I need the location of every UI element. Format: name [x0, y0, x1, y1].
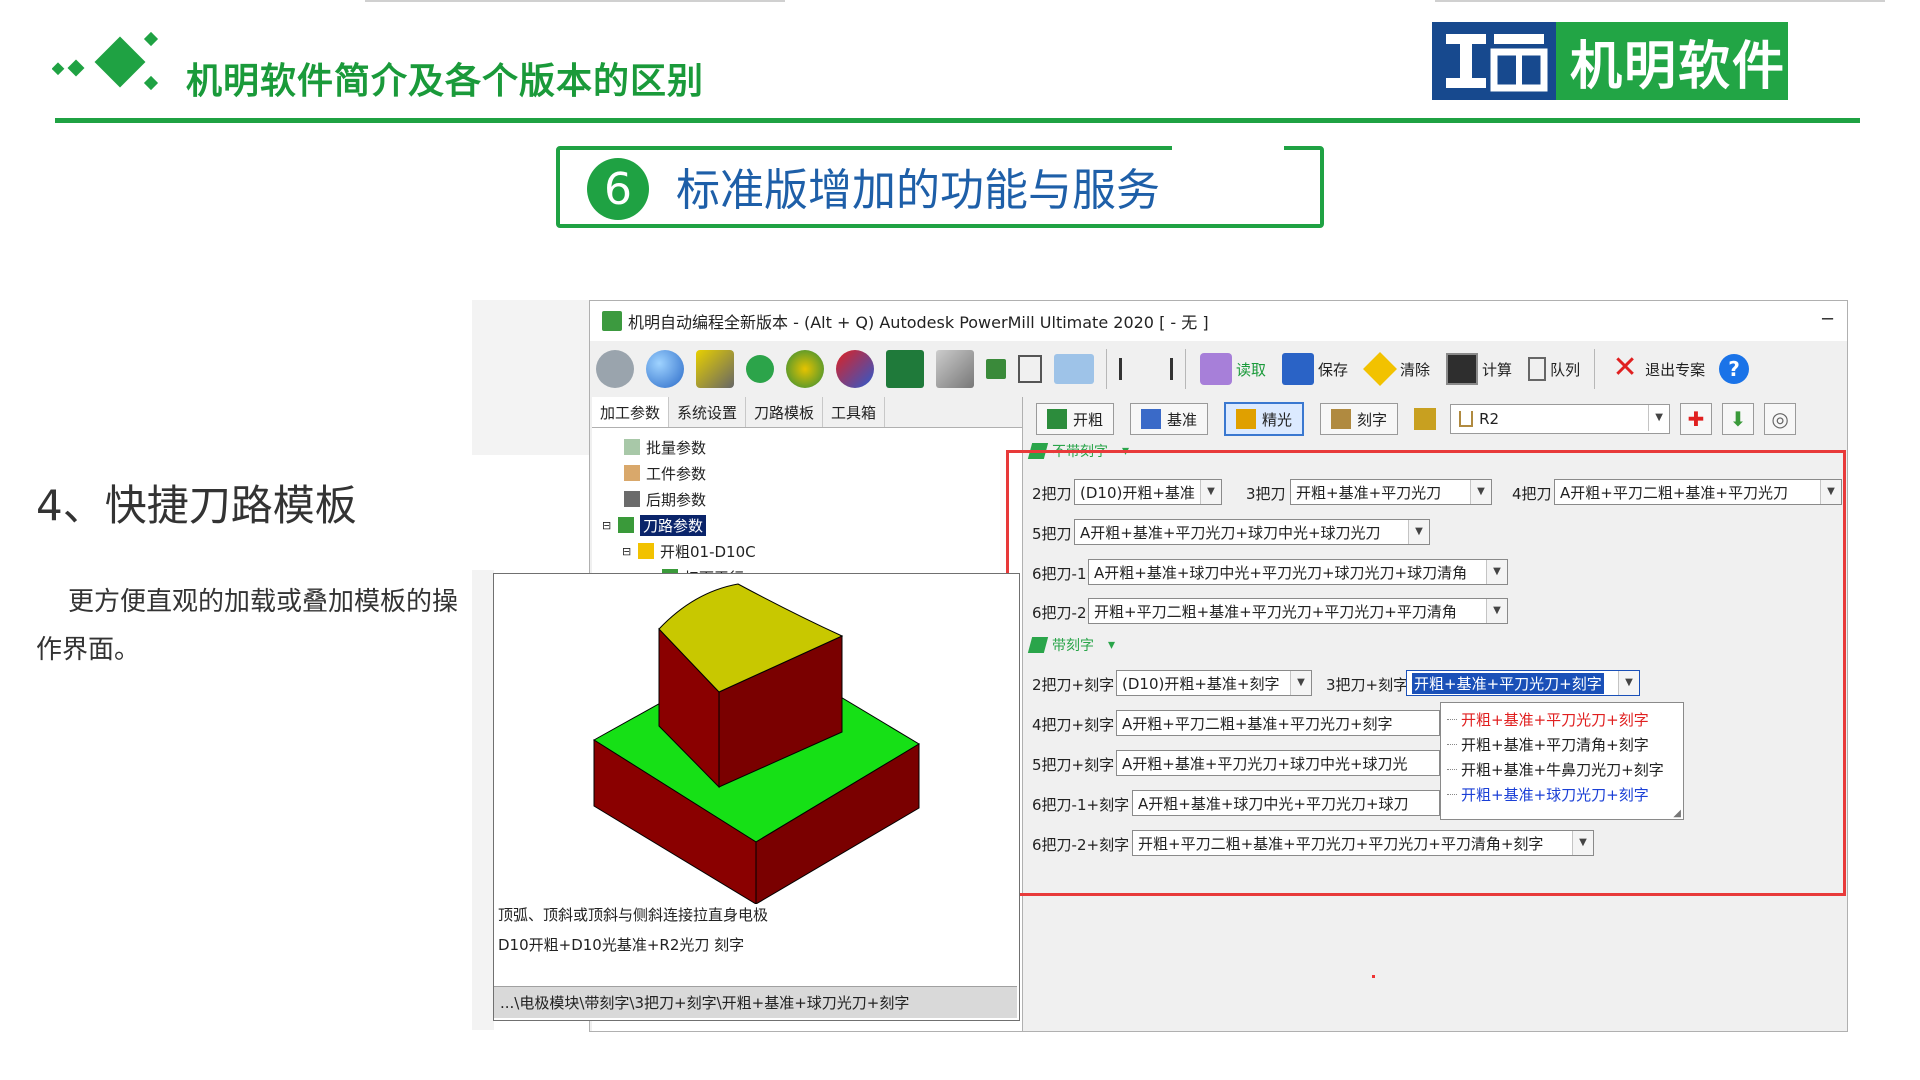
tree-item-selected[interactable]: ⊟ 刀路参数 [602, 512, 1022, 538]
clear-button[interactable]: 清除 [1363, 352, 1430, 386]
finish-mode-button[interactable]: 精光 [1224, 402, 1305, 436]
globe-icon[interactable] [646, 350, 684, 388]
tree-item[interactable]: ⊟ 开粗01-D10C [602, 538, 1022, 564]
diamond-logo-icon [52, 31, 159, 91]
tools-icon [1414, 408, 1437, 430]
slide-title: 机明软件简介及各个版本的区别 [186, 61, 705, 102]
company-logo: 机明软件 [1432, 22, 1788, 100]
top-decor-line-right [1435, 0, 1885, 2]
excel-icon[interactable] [886, 350, 924, 388]
header-divider [55, 118, 1860, 123]
preview-caption: 顶弧、顶斜或顶斜与侧斜连接拉直身电极 D10开粗+D10光基准+R2光刀 刻字 [498, 906, 769, 954]
last-icon[interactable] [1152, 358, 1173, 380]
download-button[interactable]: ⬇ [1722, 403, 1755, 435]
batch-icon [624, 439, 640, 455]
template-path: ...\电极模块\带刻字\3把刀+刻字\开粗+基准+球刀光刀+刻字 [494, 986, 1017, 1018]
main-toolbar: 读取 保存 清除 计算 队列 ✕ 退出专案 ? [590, 343, 1847, 395]
chevron-down-icon: ▼ [1648, 405, 1669, 431]
roughing-icon [1047, 409, 1067, 429]
import-icon[interactable] [986, 359, 1006, 379]
calculate-button[interactable]: 计算 [1446, 353, 1512, 385]
roughing-mode-button[interactable]: 开粗 [1036, 403, 1115, 435]
minimize-button[interactable]: ─ [1822, 309, 1833, 330]
app-icon [602, 311, 622, 331]
tab-toolpath-template[interactable]: 刀路模板 [746, 397, 824, 427]
read-icon [1200, 353, 1232, 385]
tab-toolbox[interactable]: 工具箱 [823, 397, 886, 427]
first-icon[interactable] [1119, 358, 1140, 380]
feature-description: 更方便直观的加载或叠加模板的操作界面。 [36, 587, 459, 665]
add-icon[interactable] [746, 355, 774, 383]
logo-text: 机明软件 [1570, 36, 1787, 97]
tree-item[interactable]: 批量参数 [602, 434, 1022, 460]
left-tabs: 加工参数 系统设置 刀路模板 工具箱 [592, 397, 1022, 428]
param-tree: 批量参数 工件参数 后期参数 ⊟刀路参数 ⊟开粗01-D10C 扫面平行 [592, 428, 1022, 590]
engrave-icon [1331, 409, 1352, 429]
refresh-icon[interactable] [836, 350, 874, 388]
tree-structure-icon[interactable] [1018, 355, 1042, 383]
highlight-frame [1006, 450, 1846, 896]
finish-icon [1236, 409, 1257, 429]
gear-icon[interactable] [596, 350, 634, 388]
help-icon[interactable]: ? [1719, 354, 1750, 384]
tab-machining-params[interactable]: 加工参数 [592, 397, 670, 427]
post-icon [624, 491, 640, 507]
exit-project-button[interactable]: ✕ 退出专案 [1609, 350, 1706, 385]
workpiece-icon [624, 465, 640, 481]
read-button[interactable]: 读取 [1200, 353, 1266, 385]
window-titlebar: 机明自动编程全新版本 - (Alt + Q) Autodesk PowerMil… [590, 301, 1847, 341]
toolpath-icon [618, 517, 634, 533]
template-preview-popup: 顶弧、顶斜或顶斜与侧斜连接拉直身电极 D10开粗+D10光基准+R2光刀 刻字 … [493, 573, 1020, 1021]
top-decor-line-left [365, 0, 785, 2]
datum-icon [1141, 409, 1162, 429]
stop-button[interactable]: ◎ [1764, 403, 1797, 435]
settings-gear-icon[interactable] [786, 350, 824, 388]
tree-item[interactable]: 后期参数 [602, 486, 1022, 512]
queue-button[interactable]: 队列 [1528, 357, 1580, 381]
window-title: 机明自动编程全新版本 - (Alt + Q) Autodesk PowerMil… [628, 313, 1209, 332]
datum-mode-button[interactable]: 基准 [1130, 403, 1209, 435]
tool-select[interactable]: R2 ▼ [1450, 404, 1671, 434]
wrench-icon[interactable] [936, 350, 974, 388]
clipboard-icon [1528, 357, 1547, 381]
folder-icon[interactable] [1054, 354, 1094, 384]
logo-mark-icon [1432, 22, 1556, 100]
tool-wand-icon[interactable] [696, 350, 734, 388]
save-icon [1282, 353, 1315, 385]
add-tool-button[interactable]: ✚ [1680, 403, 1713, 435]
monitor-icon [1446, 353, 1479, 385]
feature-title: 4、快捷刀路模板 [36, 481, 357, 530]
roughing-icon [638, 543, 654, 559]
save-button[interactable]: 保存 [1282, 353, 1348, 385]
warning-icon [1363, 352, 1398, 386]
engrave-mode-button[interactable]: 刻字 [1320, 403, 1399, 435]
electrode-3d-preview [593, 583, 920, 904]
section-number-badge: 6 [587, 158, 649, 220]
section-title: 标准版增加的功能与服务 [676, 165, 1160, 216]
tab-system-settings[interactable]: 系统设置 [669, 397, 747, 427]
close-x-icon: ✕ [1612, 350, 1638, 385]
mode-bar: 开粗 基准 精光 刻字 R2 ▼ ✚ ⬇ ◎ [1024, 397, 1847, 441]
tree-item[interactable]: 工件参数 [602, 460, 1022, 486]
